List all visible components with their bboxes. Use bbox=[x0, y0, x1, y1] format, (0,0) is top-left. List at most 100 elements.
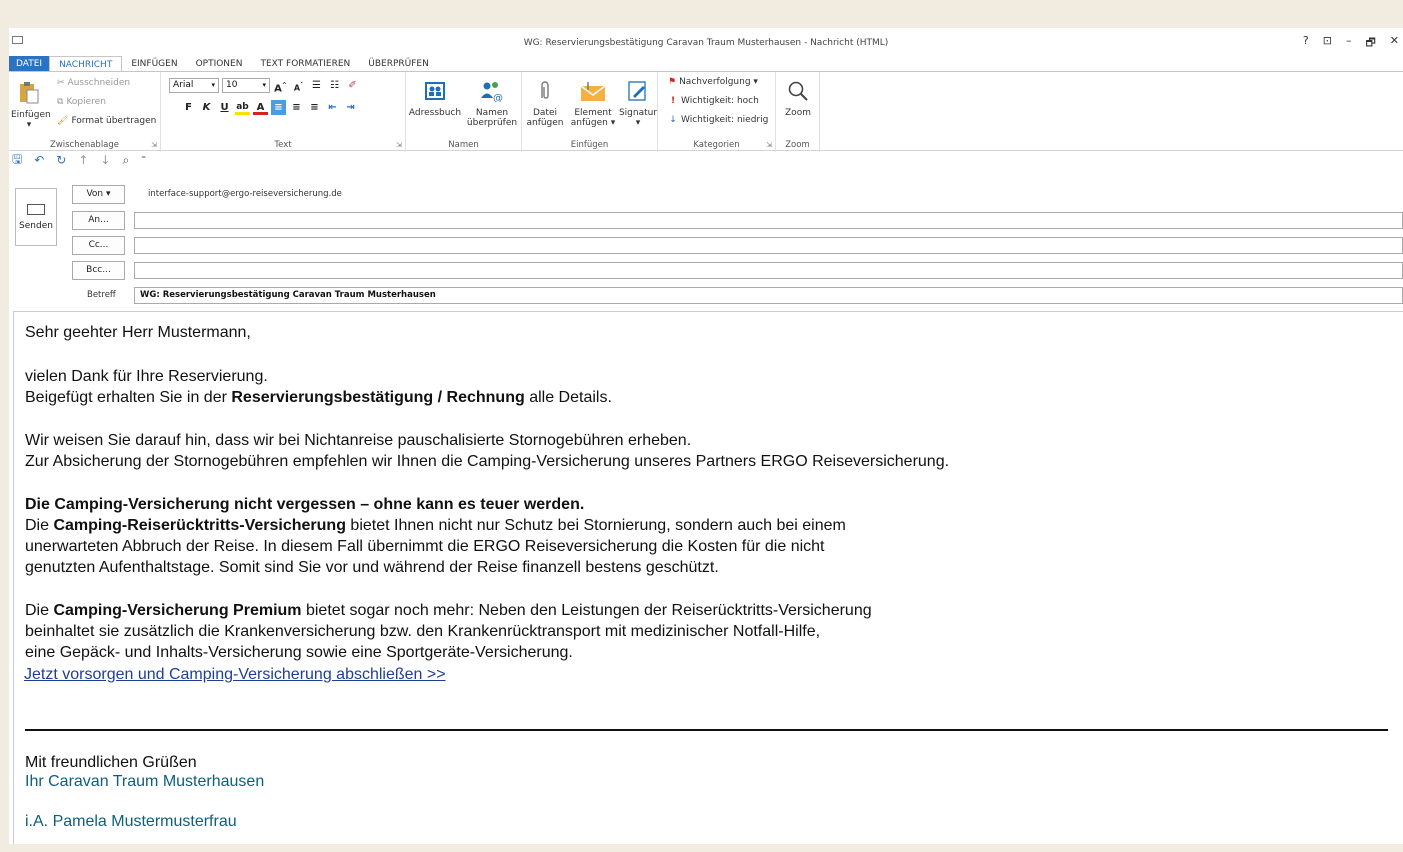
ribbon: Einfügen ▾ ✂ Ausschneiden ⧉ Kopieren 🖌 Form… bbox=[9, 71, 1403, 152]
align-center-icon[interactable]: ≡ bbox=[289, 100, 304, 115]
grow-font-icon[interactable]: A^ bbox=[273, 78, 288, 94]
align-right-icon[interactable]: ≡ bbox=[307, 100, 322, 115]
tags-launcher-icon[interactable]: ⇲ bbox=[766, 141, 772, 149]
tab-datei[interactable]: DATEI bbox=[9, 56, 50, 72]
message-body[interactable]: Sehr geehter Herr Mustermann, vielen Dan… bbox=[13, 311, 1403, 844]
names-group-label: Namen bbox=[448, 140, 479, 150]
compose-header: Senden Von ▾ interface-support@ergo-reis… bbox=[9, 174, 1403, 304]
address-book-button[interactable]: Adressbuch bbox=[408, 80, 462, 118]
close-button[interactable]: ✕ bbox=[1390, 34, 1399, 53]
copy-button[interactable]: ⧉ Kopieren bbox=[57, 97, 106, 107]
format-painter-button[interactable]: 🖌 Format übertragen bbox=[57, 116, 156, 126]
arrow-down-icon[interactable]: ↓ bbox=[100, 153, 110, 167]
undo-icon[interactable]: ↶ bbox=[34, 153, 44, 167]
clipboard-group: Einfügen ▾ ✂ Ausschneiden ⧉ Kopieren 🖌 Form… bbox=[9, 72, 161, 152]
scissors-icon: ✂ bbox=[57, 78, 65, 88]
exclamation-icon: ! bbox=[670, 96, 676, 106]
paragraph-2-line-1: Die Camping-Versicherung Premium bietet … bbox=[25, 602, 872, 619]
signature-icon bbox=[628, 81, 646, 101]
importance-high-button[interactable]: ! Wichtigkeit: hoch bbox=[668, 96, 759, 106]
from-button[interactable]: Von ▾ bbox=[72, 185, 125, 204]
tab-einfuegen[interactable]: EINFÜGEN bbox=[122, 56, 186, 72]
save-icon[interactable]: 🖫 bbox=[12, 150, 22, 171]
quick-access-toolbar: 🖫 ↶ ↻ ↑ ↓ ⌕ ⁼ bbox=[9, 152, 146, 168]
help-button[interactable]: ? bbox=[1303, 34, 1309, 53]
tags-group-label: Kategorien bbox=[693, 140, 740, 150]
send-button[interactable]: Senden bbox=[15, 188, 57, 246]
bcc-field[interactable] bbox=[134, 262, 1403, 279]
from-value: interface-support@ergo-reiseversicherung… bbox=[148, 189, 342, 199]
chevron-down-icon: ▾ bbox=[211, 81, 215, 89]
bcc-button[interactable]: Bcc... bbox=[72, 261, 125, 280]
outlook-message-window: WG: Reservierungsbestätigung Caravan Tra… bbox=[9, 28, 1403, 844]
font-name-select[interactable]: Arial ▾ bbox=[169, 78, 219, 93]
cta-link[interactable]: Jetzt vorsorgen und Camping-Versicherung… bbox=[24, 664, 446, 685]
increase-indent-icon[interactable]: ⇥ bbox=[343, 100, 358, 115]
cut-button[interactable]: ✂ Ausschneiden bbox=[57, 78, 130, 88]
italic-button[interactable]: K bbox=[199, 100, 214, 115]
paragraph-2-line-3: eine Gepäck- und Inhalts-Versicherung so… bbox=[25, 644, 573, 661]
clipboard-launcher-icon[interactable]: ⇲ bbox=[151, 141, 157, 149]
font-color-icon[interactable]: A bbox=[253, 100, 268, 115]
signer-name: i.A. Pamela Mustermusterfrau bbox=[25, 813, 237, 830]
importance-low-button[interactable]: ↓ Wichtigkeit: niedrig bbox=[668, 115, 768, 125]
restore-button[interactable]: 🗗 bbox=[1365, 34, 1375, 53]
print-preview-icon[interactable]: ⌕ bbox=[122, 153, 129, 168]
numbering-icon[interactable]: ☷ bbox=[327, 78, 342, 93]
names-group: Adressbuch @ Namen überprüfen Namen bbox=[406, 72, 522, 152]
redo-icon[interactable]: ↻ bbox=[56, 153, 66, 167]
text-launcher-icon[interactable]: ⇲ bbox=[396, 141, 402, 149]
address-book-icon bbox=[425, 82, 445, 100]
attach-file-button[interactable]: Datei anfügen bbox=[524, 80, 566, 128]
insert-group: Datei anfügen Element anfügen ▾ Signatur… bbox=[522, 72, 658, 152]
text-group-label: Text bbox=[274, 140, 292, 150]
shrink-font-icon[interactable]: Aˇ bbox=[291, 78, 306, 93]
tab-optionen[interactable]: OPTIONEN bbox=[187, 56, 252, 72]
envelope-item-icon bbox=[580, 82, 606, 101]
subject-label: Betreff bbox=[87, 290, 116, 300]
attachment-line: Beigefügt erhalten Sie in der Reservieru… bbox=[25, 389, 612, 406]
bullets-icon[interactable]: ☰ bbox=[309, 78, 324, 93]
minimize-button[interactable]: – bbox=[1346, 34, 1352, 53]
closing: Mit freundlichen Grüßen bbox=[25, 754, 197, 771]
tab-nachricht[interactable]: NACHRICHT bbox=[49, 56, 123, 72]
clear-formatting-icon[interactable]: ✐ bbox=[345, 78, 360, 93]
clipboard-group-label: Zwischenablage bbox=[49, 140, 120, 150]
font-size-select[interactable]: 10 ▾ bbox=[222, 78, 270, 93]
ribbon-display-options-button[interactable]: ⊡ bbox=[1323, 34, 1332, 53]
paragraph-1-line-2: unerwarteten Abbruch der Reise. In diese… bbox=[25, 538, 825, 555]
copy-icon: ⧉ bbox=[57, 97, 64, 107]
to-button[interactable]: An... bbox=[72, 211, 125, 230]
attach-item-button[interactable]: Element anfügen ▾ bbox=[568, 80, 618, 128]
underline-button[interactable]: U bbox=[217, 100, 232, 115]
subject-field[interactable]: WG: Reservierungsbestätigung Caravan Tra… bbox=[134, 287, 1403, 304]
zoom-group: Zoom Zoom bbox=[776, 72, 820, 152]
paragraph-1-line-1: Die Camping-Reiserücktritts-Versicherung… bbox=[25, 517, 846, 534]
greeting: Sehr geehter Herr Mustermann, bbox=[25, 324, 251, 341]
cc-button[interactable]: Cc... bbox=[72, 236, 125, 255]
tab-text-formatieren[interactable]: TEXT FORMATIEREN bbox=[251, 56, 359, 72]
check-names-button[interactable]: @ Namen überprüfen bbox=[464, 80, 520, 128]
paste-icon bbox=[20, 82, 39, 104]
ribbon-tabs: DATEI NACHRICHT EINFÜGEN OPTIONEN TEXT F… bbox=[9, 56, 438, 72]
zoom-button[interactable]: Zoom bbox=[778, 80, 818, 118]
paragraph-1-line-3: genutzten Aufenthaltstage. Somit sind Si… bbox=[25, 559, 719, 576]
window-controls: ? ⊡ – 🗗 ✕ bbox=[1303, 34, 1403, 53]
separator-line bbox=[25, 729, 1388, 731]
decrease-indent-icon[interactable]: ⇤ bbox=[325, 100, 340, 115]
arrow-up-icon[interactable]: ↑ bbox=[78, 153, 88, 167]
align-left-icon[interactable]: ≡ bbox=[271, 100, 286, 115]
signature-button[interactable]: Signatur ▾ bbox=[618, 80, 658, 128]
followup-button[interactable]: ⚑ Nachverfolgung ▾ bbox=[668, 77, 758, 87]
insert-group-label: Einfügen bbox=[570, 140, 609, 150]
paste-button[interactable]: Einfügen ▾ bbox=[11, 80, 51, 130]
highlight-icon[interactable]: ab bbox=[235, 100, 250, 115]
customize-qat-icon[interactable]: ⁼ bbox=[141, 155, 146, 165]
tab-ueberpruefen[interactable]: ÜBERPRÜFEN bbox=[359, 56, 438, 72]
thanks-line: vielen Dank für Ihre Reservierung. bbox=[25, 368, 268, 385]
bold-button[interactable]: F bbox=[181, 100, 196, 115]
magnifier-icon bbox=[788, 81, 808, 101]
storno-line-2: Zur Absicherung der Stornogebühren empfe… bbox=[25, 453, 950, 470]
to-field[interactable] bbox=[134, 212, 1403, 229]
cc-field[interactable] bbox=[134, 237, 1403, 254]
